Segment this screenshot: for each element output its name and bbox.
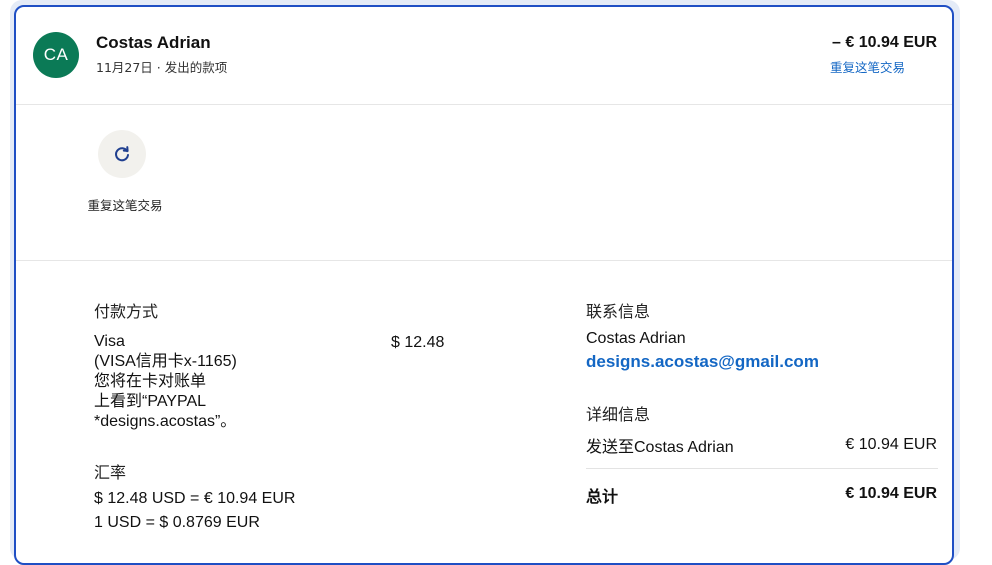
repeat-transaction-label: 重复这笔交易	[87, 198, 163, 213]
payment-amount: $ 12.48	[391, 334, 445, 351]
counterparty-name: Costas Adrian	[96, 33, 211, 52]
sent-to-amount: € 10.94 EUR	[845, 436, 937, 453]
sent-to-label: 发送至Costas Adrian	[586, 439, 734, 456]
details-title: 详细信息	[586, 405, 651, 424]
contact-email-link[interactable]: designs.acostas@gmail.com	[586, 352, 819, 372]
repeat-transaction-button[interactable]	[98, 130, 146, 178]
total-amount: € 10.94 EUR	[845, 485, 937, 502]
actions-section: 重复这笔交易	[16, 105, 952, 261]
payment-method-title: 付款方式	[94, 302, 159, 321]
transaction-date-type: 11月27日 · 发出的款项	[96, 60, 228, 75]
refresh-icon	[115, 146, 129, 162]
repeat-transaction-link[interactable]: 重复这笔交易	[830, 57, 905, 76]
avatar: CA	[33, 32, 79, 78]
details-divider	[586, 468, 938, 469]
contact-info-title: 联系信息	[586, 302, 651, 321]
total-label: 总计	[586, 489, 619, 506]
transaction-detail-card: CA Costas Adrian 11月27日 · 发出的款项 – € 10.9…	[14, 5, 954, 565]
exchange-rate-conversion: $ 12.48 USD = € 10.94 EUR	[94, 490, 296, 507]
contact-name: Costas Adrian	[586, 330, 686, 347]
transaction-amount: – € 10.94 EUR	[832, 34, 937, 51]
transaction-header: CA Costas Adrian 11月27日 · 发出的款项 – € 10.9…	[16, 7, 952, 105]
exchange-rate-title: 汇率	[94, 463, 127, 482]
payment-method-description: Visa (VISA信用卡x-1165) 您将在卡对账单 上看到“PAYPAL …	[94, 333, 237, 430]
exchange-rate-unit: 1 USD = $ 0.8769 EUR	[94, 514, 260, 531]
